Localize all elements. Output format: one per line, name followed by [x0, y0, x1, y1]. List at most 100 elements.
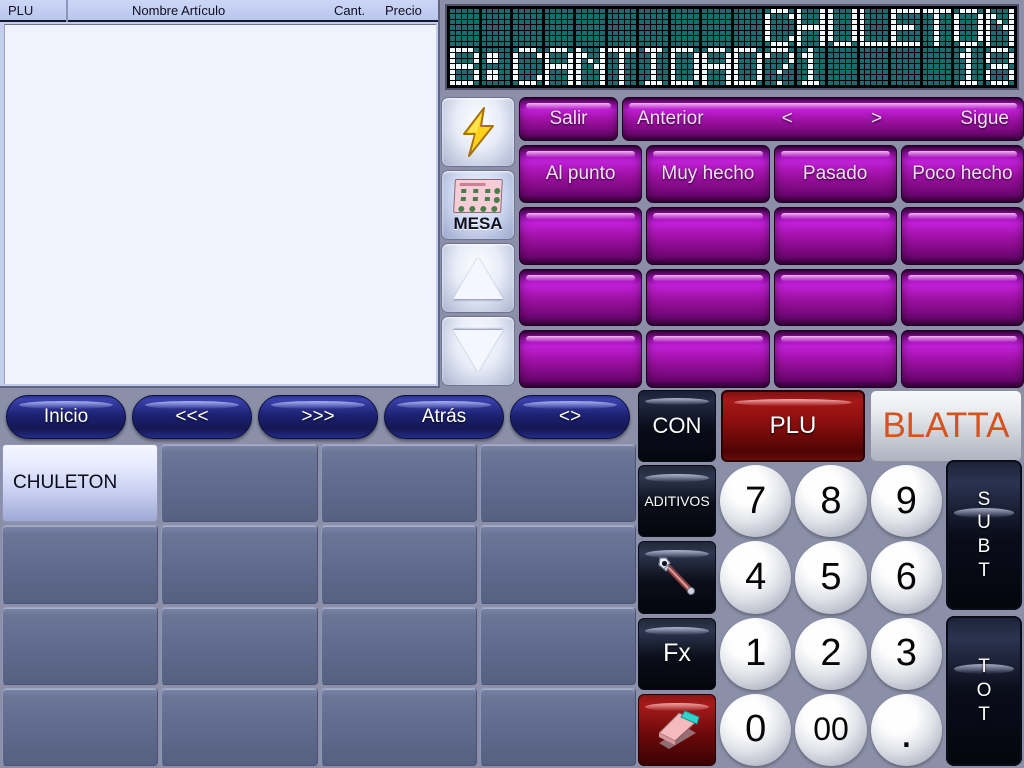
pager-left-icon: < [781, 108, 793, 130]
keypad-key-decimal[interactable]: . [870, 693, 942, 766]
aditivos-button[interactable]: ADITIVOS [638, 465, 716, 538]
modifier-grid: Al punto Muy hecho Pasado Poco hecho [519, 145, 1024, 388]
subtotal-label: SUBT [977, 488, 991, 583]
nav-button-[interactable]: <<< [132, 395, 252, 439]
nav-button-inicio[interactable]: Inicio [6, 395, 126, 439]
display-char-cell [669, 8, 700, 47]
modifier-button[interactable]: Pasado [773, 145, 897, 203]
display-char-cell [701, 47, 732, 86]
brand-logo: BLATTA [870, 390, 1022, 462]
ticket-item-list[interactable] [4, 24, 436, 384]
display-char-cell [480, 8, 511, 47]
nav-button-label: Inicio [43, 406, 89, 427]
nav-button-[interactable]: >>> [258, 395, 378, 439]
modifier-pager[interactable]: Anterior < > Sigue [622, 97, 1024, 141]
table-layout-icon [453, 178, 503, 213]
display-char-cell [449, 8, 480, 47]
display-char-cell [764, 47, 795, 86]
totals-column: SUBT TOT [946, 460, 1022, 766]
product-button-empty[interactable] [161, 444, 318, 523]
keypad-key-7[interactable]: 7 [720, 465, 792, 538]
modifier-button[interactable] [900, 268, 1024, 327]
stacked-letter: U [977, 512, 991, 534]
keypad-key-5[interactable]: 5 [795, 541, 867, 614]
modifier-button-label: Muy hecho [661, 162, 755, 184]
keypad-key-label: 9 [895, 479, 917, 522]
ticket-panel: PLU Nombre Artículo Cant. Precio [0, 0, 440, 388]
keypad-key-label: 8 [820, 479, 842, 522]
modifier-button[interactable] [646, 206, 770, 265]
display-char-cell [921, 47, 952, 86]
exit-button[interactable]: Salir [519, 97, 618, 141]
keypad-key-00[interactable]: 00 [795, 693, 867, 766]
lightning-bolt-button[interactable] [441, 97, 515, 167]
clear-button[interactable] [638, 693, 716, 766]
nav-button-label: <<< [175, 406, 209, 427]
modifier-button[interactable] [900, 206, 1024, 265]
keypad-key-9[interactable]: 9 [870, 465, 942, 538]
mesa-button[interactable]: MESA [441, 170, 515, 240]
scroll-up-button[interactable] [441, 243, 515, 313]
total-button[interactable]: TOT [946, 616, 1022, 766]
display-line-1 [448, 8, 1016, 47]
scroll-down-button[interactable] [441, 316, 515, 386]
display-line-2 [448, 47, 1016, 86]
subtotal-button[interactable]: SUBT [946, 460, 1022, 610]
modifier-button[interactable] [519, 330, 643, 388]
modifier-button-label: Poco hecho [912, 162, 1013, 184]
modifier-button[interactable] [900, 330, 1024, 388]
keypad-key-2[interactable]: 2 [795, 617, 867, 690]
stacked-letter: B [977, 536, 991, 557]
product-button-empty[interactable] [320, 687, 477, 766]
keypad-key-4[interactable]: 4 [720, 541, 792, 614]
modifier-button[interactable] [519, 268, 643, 327]
product-button-empty[interactable] [2, 687, 159, 766]
product-button-empty[interactable] [320, 444, 477, 523]
function-button-column: ADITIVOS Fx [638, 465, 716, 766]
product-button-empty[interactable] [161, 687, 318, 766]
product-button-empty[interactable] [479, 687, 636, 766]
keypad-key-label: 6 [895, 555, 917, 598]
keypad-key-label: 1 [745, 632, 767, 675]
product-button-empty[interactable] [479, 444, 636, 523]
product-button-empty[interactable] [479, 606, 636, 685]
column-header-plu: PLU [8, 3, 34, 18]
header-divider [66, 0, 68, 22]
modifier-button[interactable] [773, 206, 897, 265]
modifier-button[interactable] [646, 330, 770, 388]
keypad-key-8[interactable]: 8 [795, 465, 867, 538]
product-button-empty[interactable] [2, 606, 159, 685]
modifier-button[interactable]: Al punto [519, 145, 643, 203]
product-button-empty[interactable] [320, 606, 477, 685]
display-char-cell [543, 47, 574, 86]
keypad-key-1[interactable]: 1 [720, 617, 792, 690]
keypad-key-3[interactable]: 3 [870, 617, 942, 690]
keypad-key-label: . [900, 708, 913, 757]
product-button-empty[interactable] [479, 525, 636, 604]
wrench-icon [658, 557, 695, 596]
product-button-empty[interactable] [320, 525, 477, 604]
pager-right-icon: > [871, 108, 883, 130]
keypad-key-6[interactable]: 6 [870, 541, 942, 614]
product-button-empty[interactable] [2, 525, 159, 604]
settings-button[interactable] [638, 541, 716, 614]
product-button-empty[interactable] [161, 525, 318, 604]
mesa-label: MESA [453, 213, 503, 233]
con-button[interactable]: CON [638, 390, 716, 462]
nav-button-atrs[interactable]: Atrás [384, 395, 504, 439]
product-button[interactable]: CHULETON [2, 444, 159, 523]
fx-button[interactable]: Fx [638, 617, 716, 690]
modifier-button[interactable] [773, 330, 897, 388]
display-char-cell [449, 47, 480, 86]
nav-button-[interactable]: <> [510, 395, 630, 439]
modifier-button[interactable] [773, 268, 897, 327]
modifier-button[interactable]: Muy hecho [646, 145, 770, 203]
keypad-key-0[interactable]: 0 [720, 693, 792, 766]
modifier-button[interactable]: Poco hecho [900, 145, 1024, 203]
plu-button[interactable]: PLU [721, 390, 865, 462]
keypad-key-label: 4 [745, 555, 767, 598]
product-button-empty[interactable] [161, 606, 318, 685]
display-char-cell [953, 47, 984, 86]
modifier-button[interactable] [646, 268, 770, 327]
modifier-button[interactable] [519, 206, 643, 265]
